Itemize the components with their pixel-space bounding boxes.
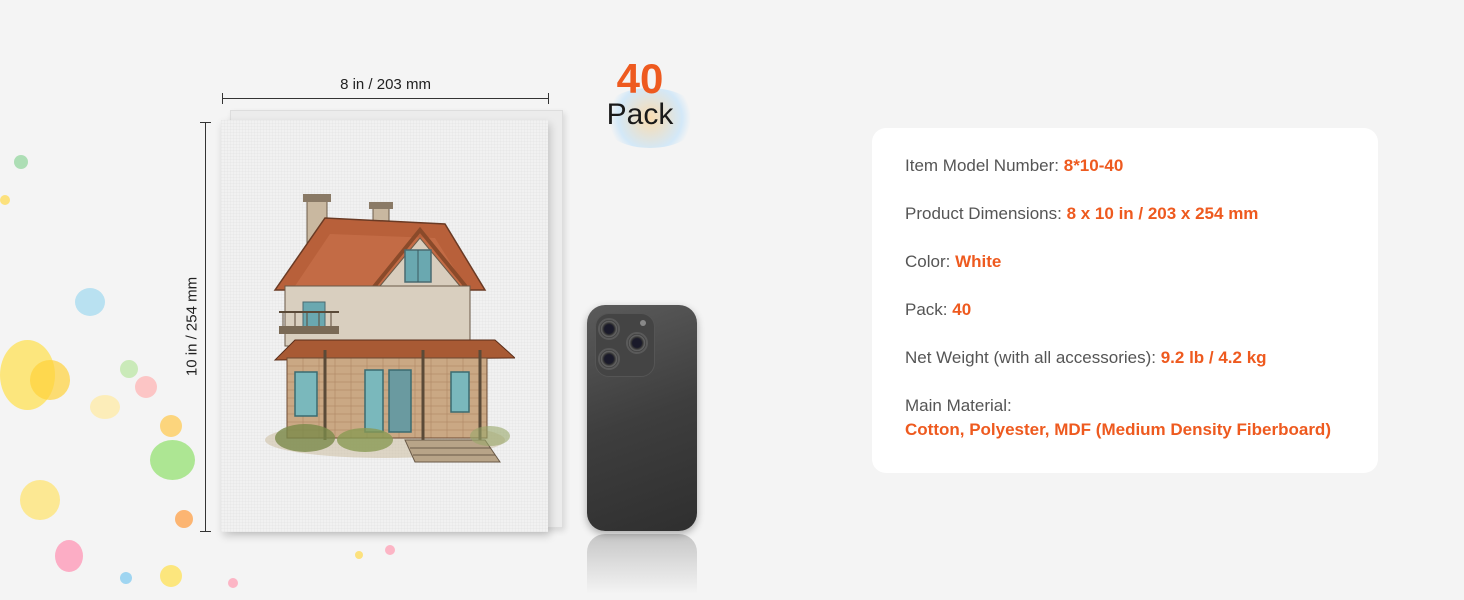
camera-bump xyxy=(595,313,655,377)
phone-reflection xyxy=(587,534,697,594)
spec-value: 40 xyxy=(952,300,972,319)
spec-label: Product Dimensions: xyxy=(905,204,1067,223)
width-dimension-line xyxy=(222,93,549,104)
height-dimension-line xyxy=(200,122,211,532)
canvas-panel-image xyxy=(221,120,548,532)
pack-badge: 40 Pack xyxy=(590,56,690,132)
spec-item-material-label: Main Material: xyxy=(905,396,1012,415)
spec-value: White xyxy=(955,252,1002,271)
smartphone-image xyxy=(587,305,697,531)
camera-lens-icon xyxy=(598,348,620,370)
spec-item-dimensions: Product Dimensions: 8 x 10 in / 203 x 25… xyxy=(905,202,1258,226)
spec-label: Net Weight (with all accessories): xyxy=(905,348,1161,367)
spec-value: 8 x 10 in / 203 x 254 mm xyxy=(1066,204,1259,223)
height-dimension-label: 10 in / 254 mm xyxy=(183,276,201,377)
spec-value: 8*10-40 xyxy=(1063,156,1124,175)
spec-item-color: Color: White xyxy=(905,250,1001,274)
spec-item-weight: Net Weight (with all accessories): 9.2 l… xyxy=(905,346,1267,370)
spec-card: Item Model Number: 8*10-40 Product Dimen… xyxy=(872,128,1378,473)
spec-value: 9.2 lb / 4.2 kg xyxy=(1160,348,1267,367)
spec-item-material-value: Cotton, Polyester, MDF (Medium Density F… xyxy=(905,420,1331,439)
spec-item-pack: Pack: 40 xyxy=(905,298,971,322)
spec-item-model: Item Model Number: 8*10-40 xyxy=(905,154,1123,178)
house-illustration xyxy=(265,194,515,463)
spec-label: Item Model Number: xyxy=(905,156,1064,175)
width-dimension-label: 8 in / 203 mm xyxy=(340,76,431,93)
camera-lens-icon xyxy=(598,318,620,340)
spec-label: Pack: xyxy=(905,300,953,319)
pack-count: 40 xyxy=(616,55,664,102)
spec-label: Color: xyxy=(905,252,956,271)
flash-icon xyxy=(640,320,646,326)
pack-word: Pack xyxy=(606,98,674,131)
product-infographic: 8 in / 203 mm 10 in / 254 mm 40 Pack Ite… xyxy=(0,0,1464,600)
camera-lens-icon xyxy=(626,332,648,354)
